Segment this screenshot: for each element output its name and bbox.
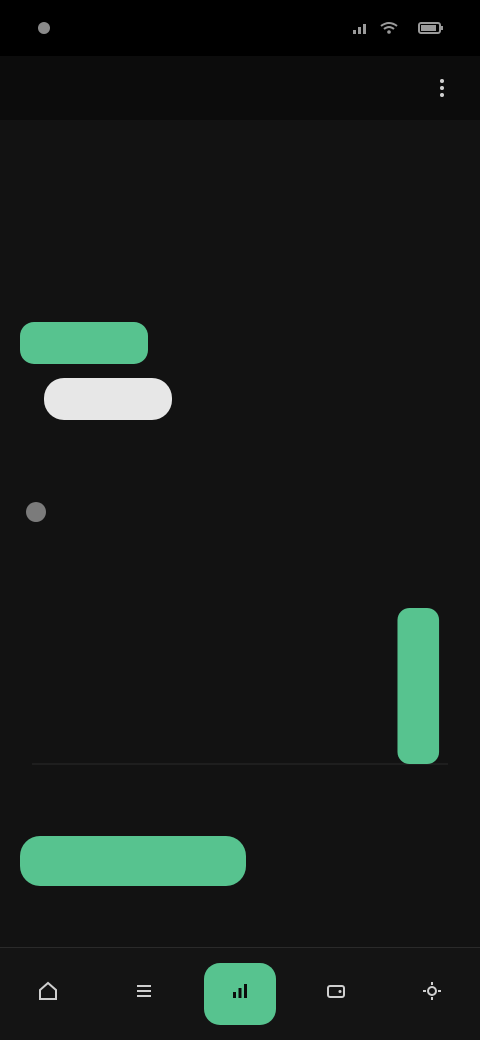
nav-item-chart[interactable]	[204, 963, 276, 1025]
status-bar	[0, 0, 480, 56]
filter-pill-2[interactable]	[272, 378, 304, 420]
chart-bar	[397, 608, 440, 764]
filter-pill-1[interactable]	[44, 378, 172, 420]
chart-icon	[229, 980, 251, 1002]
chart-view-tabs	[20, 836, 460, 886]
nav-item-settings[interactable]	[396, 963, 468, 1025]
nav-item-wallet[interactable]	[300, 963, 372, 1025]
summary-item	[24, 170, 124, 214]
app-bar	[0, 56, 480, 120]
chart-title-wrap	[24, 500, 58, 524]
list-icon	[133, 980, 155, 1002]
tab-period-3[interactable]	[220, 322, 256, 364]
status-left	[36, 20, 60, 36]
status-right	[352, 21, 444, 35]
filter-pill-3[interactable]	[404, 378, 436, 420]
chart-card	[0, 480, 480, 810]
home-icon	[37, 980, 59, 1002]
nav-item-list[interactable]	[108, 963, 180, 1025]
overflow-menu-icon[interactable]	[428, 74, 456, 102]
bar-chart	[32, 608, 448, 765]
nav-item-home[interactable]	[12, 963, 84, 1025]
signal-icon	[352, 21, 370, 35]
tab-period-1[interactable]	[20, 322, 148, 364]
bottom-navigation	[0, 947, 480, 1040]
settings-icon	[421, 980, 443, 1002]
summary-item	[245, 170, 345, 214]
period-tabs	[20, 322, 460, 364]
chart-view-tab-2[interactable]	[258, 836, 294, 886]
summary-item	[356, 170, 456, 214]
wifi-icon	[380, 21, 398, 35]
wallet-icon	[325, 980, 347, 1002]
filter-pills	[44, 378, 436, 420]
chart-view-tab-1[interactable]	[20, 836, 246, 886]
tab-period-4[interactable]	[274, 322, 310, 364]
chart-icon	[24, 500, 48, 524]
chart-header	[24, 500, 456, 524]
summary-item	[135, 170, 235, 214]
notification-icon	[36, 20, 52, 36]
battery-icon	[418, 21, 444, 35]
summary-row	[24, 170, 456, 214]
tab-period-2[interactable]	[166, 322, 202, 364]
